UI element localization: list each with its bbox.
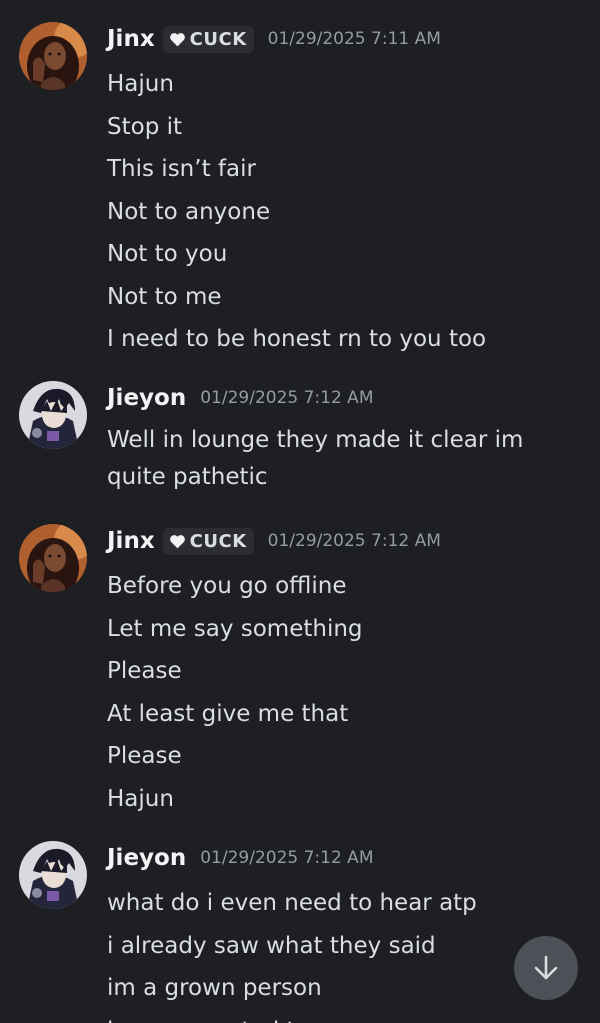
message-content: Hajun Stop it This isn’t fair Not to any… <box>107 63 587 361</box>
message-content: what do i even need to hear atp i alread… <box>107 882 587 1023</box>
message-line: Let me say something <box>107 615 363 642</box>
message-header: Jieyon 01/29/2025 7:12 AM <box>107 841 373 875</box>
role-tag[interactable]: CUCK <box>162 527 254 555</box>
message-line: At least give me that <box>107 700 349 727</box>
message-line: Hajun <box>107 71 174 97</box>
avatar[interactable] <box>19 22 87 90</box>
message-line: Please <box>107 658 182 684</box>
message-line: This isn’t fair <box>107 156 256 182</box>
role-tag-label: CUCK <box>189 530 247 552</box>
timestamp: 01/29/2025 7:11 AM <box>267 29 441 49</box>
role-tag[interactable]: CUCK <box>162 25 254 53</box>
message-line: Stop it <box>107 113 183 140</box>
message-line: what do i even need to hear atp <box>107 890 477 916</box>
jump-to-present-button[interactable] <box>514 936 578 1000</box>
username[interactable]: Jinx <box>107 26 155 52</box>
avatar[interactable] <box>19 841 87 909</box>
message-content: Well in lounge they made it clear im qui… <box>107 422 587 496</box>
avatar[interactable] <box>19 524 87 592</box>
message-line: I need to be honest rn to you too <box>107 326 487 352</box>
heart-icon <box>169 534 185 548</box>
timestamp: 01/29/2025 7:12 AM <box>200 848 374 868</box>
arrow-down-icon <box>534 955 558 980</box>
message-line: Not to anyone <box>107 198 271 225</box>
timestamp: 01/29/2025 7:12 AM <box>267 531 441 551</box>
username[interactable]: Jinx <box>107 528 155 554</box>
chat-messages: Jinx CUCK 01/29/2025 7:11 AM Hajun Stop … <box>0 0 600 1023</box>
message-line: Please <box>107 743 182 769</box>
heart-icon <box>169 32 185 46</box>
message-line: Not to you <box>107 241 228 267</box>
message-header: Jieyon 01/29/2025 7:12 AM <box>107 381 373 415</box>
username[interactable]: Jieyon <box>107 845 186 871</box>
message-line: i never wanted to grow up <box>107 1010 587 1023</box>
timestamp: 01/29/2025 7:12 AM <box>200 388 374 408</box>
message-line: Not to me <box>107 283 222 310</box>
role-tag-label: CUCK <box>189 28 247 50</box>
message-header: Jinx CUCK 01/29/2025 7:11 AM <box>107 22 441 56</box>
message-line: Well in lounge they made it clear im qui… <box>107 427 524 490</box>
message-header: Jinx CUCK 01/29/2025 7:12 AM <box>107 524 441 558</box>
message-content: Before you go offline Let me say somethi… <box>107 565 587 820</box>
message-line: Before you go offline <box>107 573 347 599</box>
avatar[interactable] <box>19 381 87 449</box>
message-line: Hajun <box>107 785 174 812</box>
username[interactable]: Jieyon <box>107 385 186 411</box>
